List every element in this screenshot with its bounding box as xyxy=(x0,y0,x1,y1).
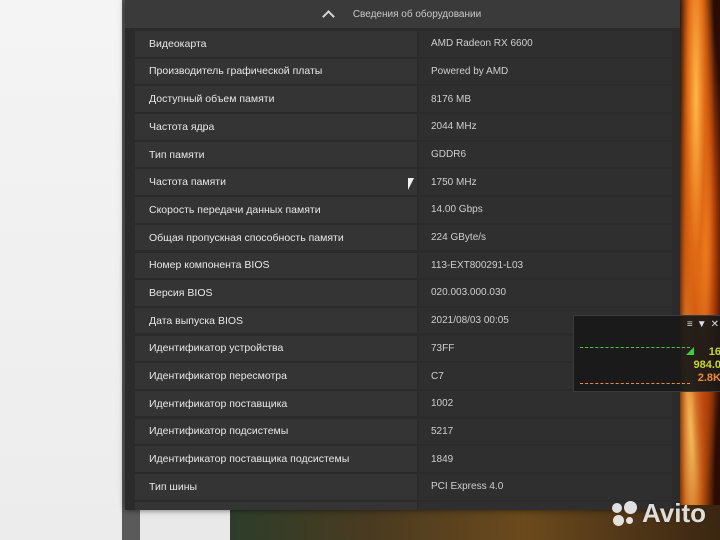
graph-line-green xyxy=(580,347,690,348)
row-value: 1849 xyxy=(419,446,672,472)
row-label: Номер компонента BIOS xyxy=(135,252,417,278)
hardware-info-row: Тип памяти GDDR6 xyxy=(135,141,672,168)
row-value: AMD Radeon RX 6600 xyxy=(419,31,672,57)
row-value: GDDR6 xyxy=(419,141,672,168)
hardware-info-row: Частота памяти 1750 MHz xyxy=(135,169,672,195)
hardware-info-panel: Сведения об оборудовании Видеокарта AMD R… xyxy=(125,0,680,510)
row-label: Тип памяти xyxy=(135,141,417,168)
avito-logo-icon xyxy=(612,500,638,527)
row-value: 5217 xyxy=(419,418,672,445)
row-label: Идентификатор пересмотра xyxy=(135,363,417,389)
mouse-cursor-icon xyxy=(408,178,414,190)
row-value: 14.00 Gbps xyxy=(419,197,672,223)
desktop-wallpaper xyxy=(680,0,720,540)
row-label: Доступный объем памяти xyxy=(135,86,417,112)
row-label: Идентификатор подсистемы xyxy=(135,418,417,445)
row-value: PCI Express 4.0 xyxy=(419,474,672,500)
graph-line-orange xyxy=(580,383,690,384)
row-value: 113-EXT800291-L03 xyxy=(419,252,672,278)
hardware-info-row: Идентификатор поставщика подсистемы 1849 xyxy=(135,446,672,472)
row-value: Powered by AMD xyxy=(419,58,672,85)
close-icon[interactable]: ✕ xyxy=(711,319,719,330)
row-label: Скорость передачи данных памяти xyxy=(135,197,417,223)
row-label: Идентификатор поставщика подсистемы xyxy=(135,446,417,472)
row-value: 8176 MB xyxy=(419,86,672,112)
hardware-info-title: Сведения об оборудовании xyxy=(352,8,482,20)
overlay-value-2: 984.0 xyxy=(693,359,720,371)
menu-icon[interactable]: ≡ xyxy=(687,319,693,330)
row-label: Производитель графической платы xyxy=(135,58,417,85)
row-value: 2044 MHz xyxy=(419,114,672,140)
hardware-info-row: Доступный объем памяти 8176 MB xyxy=(135,86,672,112)
hardware-info-row: Производитель графической платы Powered b… xyxy=(135,58,672,85)
row-label: Видеокарта xyxy=(135,31,417,57)
row-label: Общая пропускная способность памяти xyxy=(135,224,417,251)
row-value: 020.003.000.030 xyxy=(419,280,672,306)
hardware-info-row: Номер компонента BIOS 113-EXT800291-L03 xyxy=(135,252,672,278)
hardware-info-row: Идентификатор поставщика 1002 xyxy=(135,390,672,417)
dropdown-arrow-icon[interactable]: ▼ xyxy=(697,319,707,330)
hardware-info-row: Идентификатор подсистемы 5217 xyxy=(135,418,672,445)
hardware-info-row: Частота ядра 2044 MHz xyxy=(135,114,672,140)
row-label: Текущие параметры шины xyxy=(135,501,417,510)
row-label: Тип шины xyxy=(135,474,417,500)
row-label: Частота ядра xyxy=(135,114,417,140)
row-value: 1002 xyxy=(419,390,672,417)
hardware-info-row: Видеокарта AMD Radeon RX 6600 xyxy=(135,31,672,57)
row-label: Идентификатор устройства xyxy=(135,335,417,362)
chevron-up-icon[interactable] xyxy=(321,9,335,23)
signal-icon xyxy=(686,347,694,355)
background-left xyxy=(0,0,137,540)
hardware-info-row: Общая пропускная способность памяти 224 G… xyxy=(135,224,672,251)
row-label: Дата выпуска BIOS xyxy=(135,307,417,334)
row-value: 224 GByte/s xyxy=(419,224,672,251)
hardware-info-row: Тип шины PCI Express 4.0 xyxy=(135,474,672,500)
avito-watermark-text: Avito xyxy=(642,498,707,528)
hardware-info-list: Видеокарта AMD Radeon RX 6600 Производител… xyxy=(125,28,680,510)
hardware-info-row: Версия BIOS 020.003.000.030 xyxy=(135,280,672,306)
row-value: 1750 MHz xyxy=(419,169,672,195)
hardware-info-header[interactable]: Сведения об оборудовании xyxy=(125,0,680,28)
overlay-value-3: 2.8K xyxy=(697,372,720,384)
hardware-info-row: Текущие параметры шиныPCI Express 3.0 x8 xyxy=(135,501,672,510)
row-label: Версия BIOS xyxy=(135,280,417,306)
avito-watermark: Avito xyxy=(612,498,706,529)
row-label: Частота памяти xyxy=(135,169,417,195)
performance-overlay: ≡ ▼ ✕ 16 984.0 2.8K xyxy=(573,315,720,392)
overlay-value-1: 16 xyxy=(708,346,720,358)
row-label: Идентификатор поставщика xyxy=(135,390,417,417)
hardware-info-row: Скорость передачи данных памяти 14.00 Gbp… xyxy=(135,197,672,223)
